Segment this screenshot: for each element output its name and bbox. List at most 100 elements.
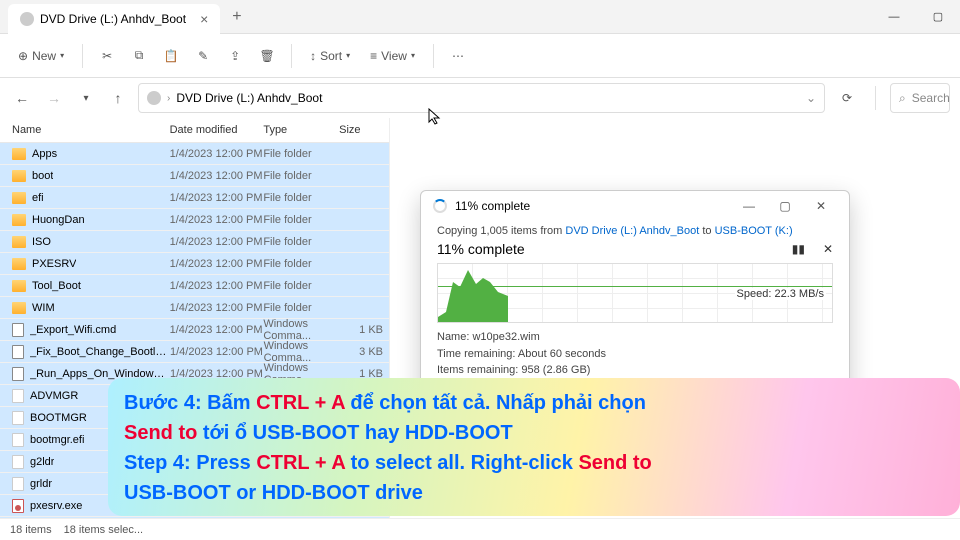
file-type: File folder <box>263 192 339 204</box>
table-row[interactable]: WIM 1/4/2023 12:00 PM File folder <box>0 297 389 319</box>
file-date: 1/4/2023 12:00 PM <box>170 346 264 358</box>
file-date: 1/4/2023 12:00 PM <box>170 258 264 270</box>
file-type: File folder <box>263 258 339 270</box>
up-button[interactable]: ↑ <box>106 90 130 106</box>
refresh-icon: ⟳ <box>842 91 852 105</box>
file-size: 3 KB <box>339 346 389 358</box>
speed-label: Speed: 22.3 MB/s <box>735 288 826 300</box>
table-row[interactable]: PXESRV 1/4/2023 12:00 PM File folder <box>0 253 389 275</box>
forward-button[interactable]: → <box>42 90 66 106</box>
plus-circle-icon: ⊕ <box>18 49 28 63</box>
copy-description: Copying 1,005 items from DVD Drive (L:) … <box>437 225 833 237</box>
file-name: bootmgr.efi <box>30 434 84 446</box>
refresh-button[interactable]: ⟳ <box>833 91 861 105</box>
breadcrumb-path: DVD Drive (L:) Anhdv_Boot <box>176 91 322 105</box>
share-button[interactable]: ⇪ <box>221 43 249 69</box>
gear-icon <box>12 367 24 381</box>
file-size: 1 KB <box>339 324 389 336</box>
ellipsis-icon: ⋯ <box>452 49 464 63</box>
copy-button[interactable]: ⧉ <box>125 42 153 69</box>
copy-source-link[interactable]: DVD Drive (L:) Anhdv_Boot <box>565 225 699 237</box>
scissors-icon: ✂ <box>102 49 112 63</box>
recent-button[interactable]: ▾ <box>74 93 98 104</box>
close-tab-icon[interactable]: × <box>200 11 208 27</box>
table-row[interactable]: HuongDan 1/4/2023 12:00 PM File folder <box>0 209 389 231</box>
spinner-icon <box>433 199 447 213</box>
file-name: ISO <box>32 236 51 248</box>
breadcrumb[interactable]: › DVD Drive (L:) Anhdv_Boot ⌄ <box>138 83 825 113</box>
folder-icon <box>12 280 26 292</box>
cut-button[interactable]: ✂ <box>93 43 121 69</box>
cancel-button[interactable]: ✕ <box>823 242 833 256</box>
new-button[interactable]: ⊕ New ▾ <box>10 45 72 67</box>
file-type: File folder <box>263 236 339 248</box>
view-label: View <box>381 49 407 63</box>
dialog-maximize-button[interactable]: ▢ <box>769 199 801 213</box>
file-date: 1/4/2023 12:00 PM <box>170 324 264 336</box>
share-icon: ⇪ <box>230 49 240 63</box>
sort-icon: ↕ <box>310 49 316 63</box>
copy-icon: ⧉ <box>135 48 144 63</box>
tab-title: DVD Drive (L:) Anhdv_Boot <box>40 12 186 26</box>
column-type[interactable]: Type <box>263 124 339 136</box>
table-row[interactable]: _Export_Wifi.cmd 1/4/2023 12:00 PM Windo… <box>0 319 389 341</box>
file-date: 1/4/2023 12:00 PM <box>170 214 264 226</box>
tab-current[interactable]: DVD Drive (L:) Anhdv_Boot × <box>8 4 220 34</box>
back-button[interactable]: ← <box>10 90 34 106</box>
file-date: 1/4/2023 12:00 PM <box>170 236 264 248</box>
column-name[interactable]: Name <box>0 124 170 136</box>
file-type: File folder <box>263 302 339 314</box>
chevron-down-icon: ▾ <box>346 51 350 60</box>
paste-button[interactable]: 📋 <box>157 43 185 69</box>
folder-icon <box>12 148 26 160</box>
table-row[interactable]: ISO 1/4/2023 12:00 PM File folder <box>0 231 389 253</box>
file-date: 1/4/2023 12:00 PM <box>170 148 264 160</box>
instruction-overlay: Bước 4: Bấm CTRL + A để chọn tất cả. Nhấ… <box>108 378 960 516</box>
disc-icon <box>147 91 161 105</box>
file-name: _Export_Wifi.cmd <box>30 324 116 336</box>
file-type: File folder <box>263 214 339 226</box>
file-name: ADVMGR <box>30 390 78 402</box>
column-size[interactable]: Size <box>339 124 389 136</box>
search-icon: ⌕ <box>899 91 906 106</box>
disc-icon <box>20 12 34 26</box>
file-type: Windows Comma... <box>264 340 340 364</box>
table-row[interactable]: boot 1/4/2023 12:00 PM File folder <box>0 165 389 187</box>
folder-icon <box>12 302 26 314</box>
sort-label: Sort <box>320 49 342 63</box>
rename-icon: ✎ <box>198 49 208 63</box>
file-name: BOOTMGR <box>30 412 87 424</box>
maximize-button[interactable]: ▢ <box>916 0 960 34</box>
dialog-close-button[interactable]: ✕ <box>805 199 837 213</box>
view-icon: ≡ <box>370 49 377 63</box>
rename-button[interactable]: ✎ <box>189 43 217 69</box>
pause-button[interactable]: ▮▮ <box>792 242 805 256</box>
file-name: PXESRV <box>32 258 76 270</box>
file-name: boot <box>32 170 53 182</box>
minimize-button[interactable]: — <box>872 0 916 34</box>
exe-icon <box>12 499 24 513</box>
sort-button[interactable]: ↕ Sort ▾ <box>302 45 358 67</box>
table-row[interactable]: Apps 1/4/2023 12:00 PM File folder <box>0 143 389 165</box>
file-name: HuongDan <box>32 214 85 226</box>
search-input[interactable]: ⌕ Search <box>890 83 950 113</box>
copy-dest-link[interactable]: USB-BOOT (K:) <box>715 225 793 237</box>
view-button[interactable]: ≡ View ▾ <box>362 45 423 67</box>
table-row[interactable]: Tool_Boot 1/4/2023 12:00 PM File folder <box>0 275 389 297</box>
table-row[interactable]: _Fix_Boot_Change_Bootloader.cmd 1/4/2023… <box>0 341 389 363</box>
more-button[interactable]: ⋯ <box>444 43 472 69</box>
file-name: efi <box>32 192 44 204</box>
dialog-minimize-button[interactable]: — <box>733 199 765 213</box>
column-date[interactable]: Date modified <box>170 124 264 136</box>
table-row[interactable]: efi 1/4/2023 12:00 PM File folder <box>0 187 389 209</box>
add-tab-button[interactable]: + <box>232 8 241 26</box>
file-icon <box>12 411 24 425</box>
status-selected: 18 items selec... <box>64 524 143 536</box>
paste-icon: 📋 <box>164 49 179 63</box>
file-date: 1/4/2023 12:00 PM <box>170 170 264 182</box>
delete-button[interactable]: 🗑 <box>253 43 281 69</box>
chevron-down-icon[interactable]: ⌄ <box>806 91 816 105</box>
percent-text: 11% complete <box>437 241 525 257</box>
copy-info: Name: w10pe32.wim Time remaining: About … <box>437 329 833 379</box>
file-name: g2ldr <box>30 456 54 468</box>
